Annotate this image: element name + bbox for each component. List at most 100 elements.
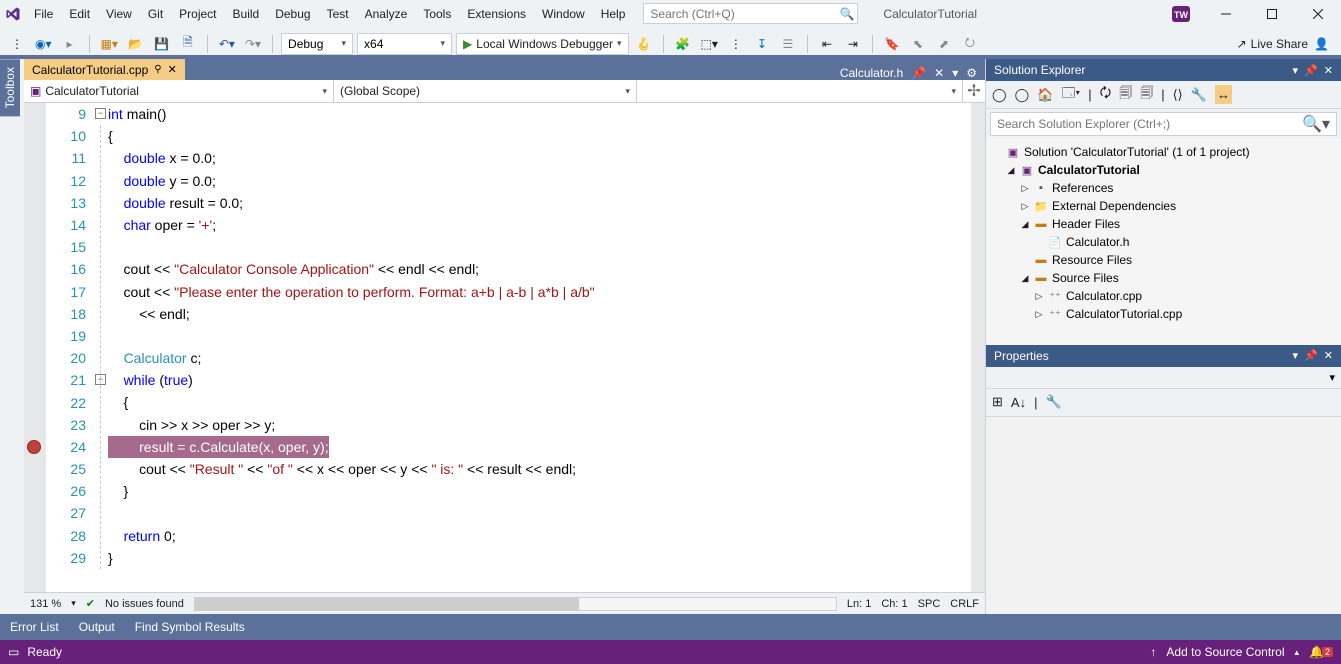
code-line[interactable]: return 0; bbox=[108, 525, 971, 547]
toolbox-tab[interactable]: Toolbox bbox=[0, 59, 20, 116]
menu-help[interactable]: Help bbox=[593, 2, 634, 26]
notifications-button[interactable]: 🔔 2 bbox=[1309, 645, 1333, 659]
menu-build[interactable]: Build bbox=[225, 2, 268, 26]
solution-explorer-title[interactable]: Solution Explorer ▾📌✕ bbox=[986, 59, 1341, 81]
tree-item-source-files[interactable]: ◢▬Source Files bbox=[986, 269, 1341, 287]
undo-button[interactable]: ↶▾ bbox=[216, 33, 238, 55]
alpha-sort-icon[interactable]: A↓ bbox=[1011, 395, 1026, 410]
close-inactive-icon[interactable]: ✕ bbox=[934, 66, 944, 80]
breakpoint-marker[interactable] bbox=[27, 440, 41, 454]
pane-close-icon[interactable]: ✕ bbox=[1324, 64, 1333, 77]
code-line[interactable]: cout << "Result " << "of " << x << oper … bbox=[108, 458, 971, 480]
quick-launch-input[interactable] bbox=[644, 7, 837, 21]
properties-title[interactable]: Properties ▾📌✕ bbox=[986, 345, 1341, 367]
solution-explorer-search-input[interactable] bbox=[991, 117, 1296, 131]
platform-combo[interactable]: x64▾ bbox=[357, 33, 452, 55]
source-control-button[interactable]: Add to Source Control bbox=[1166, 645, 1284, 659]
code-line[interactable]: int main() bbox=[108, 103, 971, 125]
tb-icon-2[interactable]: ⬚▾ bbox=[698, 33, 721, 55]
pane-close-icon[interactable]: ✕ bbox=[1324, 349, 1333, 362]
code-line[interactable] bbox=[108, 236, 971, 258]
properties-icon[interactable]: ⟨⟩ bbox=[1173, 87, 1183, 103]
status-view-icon[interactable]: ▭ bbox=[8, 645, 19, 659]
tb-icon-1[interactable]: 🧩 bbox=[672, 33, 694, 55]
tree-item-references[interactable]: ▷▪References bbox=[986, 179, 1341, 197]
redo-button[interactable]: ↷▾ bbox=[242, 33, 264, 55]
maximize-button[interactable] bbox=[1249, 0, 1295, 27]
code-line[interactable]: } bbox=[108, 480, 971, 502]
code-line[interactable]: double x = 0.0; bbox=[108, 147, 971, 169]
code-line[interactable]: cout << "Please enter the operation to p… bbox=[108, 281, 971, 303]
pane-pin-icon[interactable]: 📌 bbox=[1304, 64, 1318, 77]
gear-icon[interactable]: ⚙ bbox=[966, 66, 977, 80]
project-combo[interactable]: ▣CalculatorTutorial ▾ bbox=[24, 80, 334, 102]
bookmark-icon[interactable]: 🔖 bbox=[881, 33, 903, 55]
back-icon[interactable]: ◯ bbox=[992, 87, 1007, 103]
breakpoint-margin[interactable] bbox=[24, 103, 46, 592]
menu-window[interactable]: Window bbox=[534, 2, 593, 26]
open-file-button[interactable]: 📂 bbox=[125, 33, 147, 55]
code-line[interactable]: cout << "Calculator Console Application"… bbox=[108, 258, 971, 280]
bottom-tab-error-list[interactable]: Error List bbox=[0, 614, 69, 640]
menu-git[interactable]: Git bbox=[140, 2, 171, 26]
overview-ruler[interactable] bbox=[971, 103, 985, 592]
extension-icon[interactable]: TW bbox=[1167, 4, 1195, 24]
save-all-button[interactable]: 🗎 bbox=[177, 33, 199, 55]
tab-calculator-h[interactable]: Calculator.h bbox=[840, 66, 903, 80]
tree-item-calculatortutorial[interactable]: ◢▣CalculatorTutorial bbox=[986, 161, 1341, 179]
code-editor[interactable]: 9101112131415161718192021222324252627282… bbox=[24, 103, 985, 592]
tree-item-external-dependencies[interactable]: ▷📁External Dependencies bbox=[986, 197, 1341, 215]
next-bm-icon[interactable]: ⬈ bbox=[933, 33, 955, 55]
quick-launch[interactable]: 🔍 bbox=[643, 3, 858, 24]
tree-item-calculatortutorial-cpp[interactable]: ▷⁺⁺CalculatorTutorial.cpp bbox=[986, 305, 1341, 323]
split-editor-button[interactable]: ✢ bbox=[963, 80, 985, 102]
fold-toggle[interactable]: − bbox=[95, 108, 106, 119]
home-icon[interactable]: 🏠 bbox=[1037, 87, 1053, 103]
attach-button[interactable]: 🪝 bbox=[633, 33, 655, 55]
minimize-button[interactable] bbox=[1203, 0, 1249, 27]
bottom-tab-find-symbol-results[interactable]: Find Symbol Results bbox=[125, 614, 255, 640]
code-line[interactable] bbox=[108, 502, 971, 524]
user-icon[interactable]: 👤 bbox=[1314, 37, 1329, 51]
menu-analyze[interactable]: Analyze bbox=[357, 2, 416, 26]
menu-project[interactable]: Project bbox=[171, 2, 224, 26]
code-body[interactable]: int main() { double x = 0.0; double y = 0… bbox=[108, 103, 971, 592]
spaces-indicator[interactable]: SPC bbox=[918, 598, 941, 610]
menu-test[interactable]: Test bbox=[319, 2, 357, 26]
tree-item-header-files[interactable]: ◢▬Header Files bbox=[986, 215, 1341, 233]
pane-menu-icon[interactable]: ▾ bbox=[1293, 349, 1299, 362]
code-line[interactable]: { bbox=[108, 391, 971, 413]
list-icon[interactable]: ☰ bbox=[777, 33, 799, 55]
tree-item-calculator-cpp[interactable]: ▷⁺⁺Calculator.cpp bbox=[986, 287, 1341, 305]
member-combo[interactable]: ▾ bbox=[637, 80, 963, 102]
code-line[interactable]: Calculator c; bbox=[108, 347, 971, 369]
menu-file[interactable]: File bbox=[26, 2, 61, 26]
char-indicator[interactable]: Ch: 1 bbox=[881, 598, 907, 610]
categorize-icon[interactable]: ⊞ bbox=[992, 394, 1003, 410]
clear-bm-icon[interactable]: ⭮ bbox=[959, 33, 981, 55]
code-line[interactable]: double result = 0.0; bbox=[108, 192, 971, 214]
code-line[interactable]: cin >> x >> oper >> y; bbox=[108, 414, 971, 436]
step-icon[interactable]: ↧ bbox=[751, 33, 773, 55]
pin-inactive-icon[interactable]: 📌 bbox=[911, 66, 926, 80]
pin-icon[interactable]: ⚲ bbox=[154, 64, 161, 75]
tree-item-calculator-h[interactable]: 📄Calculator.h bbox=[986, 233, 1341, 251]
new-project-button[interactable]: ▦▾ bbox=[98, 33, 121, 55]
outlining-margin[interactable]: −− bbox=[94, 103, 108, 592]
indent-left-icon[interactable]: ⇤ bbox=[816, 33, 838, 55]
tree-item-solution-calculatortutorial-1-of-1-project-[interactable]: ▣Solution 'CalculatorTutorial' (1 of 1 p… bbox=[986, 143, 1341, 161]
tree-item-resource-files[interactable]: ▬Resource Files bbox=[986, 251, 1341, 269]
line-indicator[interactable]: Ln: 1 bbox=[847, 598, 871, 610]
fwd-icon[interactable]: ◯ bbox=[1015, 87, 1030, 103]
code-line[interactable]: while (true) bbox=[108, 369, 971, 391]
code-line[interactable]: double y = 0.0; bbox=[108, 170, 971, 192]
live-share-button[interactable]: ↗ Live Share bbox=[1237, 37, 1308, 51]
show-all-icon[interactable]: 🗐 bbox=[1140, 84, 1153, 106]
filter-icon[interactable]: 🗐 bbox=[1119, 84, 1132, 106]
eol-indicator[interactable]: CRLF bbox=[950, 598, 979, 610]
nav-fwd-button[interactable]: ▸ bbox=[59, 33, 81, 55]
properties-combo[interactable]: ▾ bbox=[986, 367, 1341, 389]
pane-pin-icon[interactable]: 📌 bbox=[1304, 349, 1318, 362]
code-line[interactable]: } bbox=[108, 547, 971, 569]
save-button[interactable]: 💾 bbox=[151, 33, 173, 55]
